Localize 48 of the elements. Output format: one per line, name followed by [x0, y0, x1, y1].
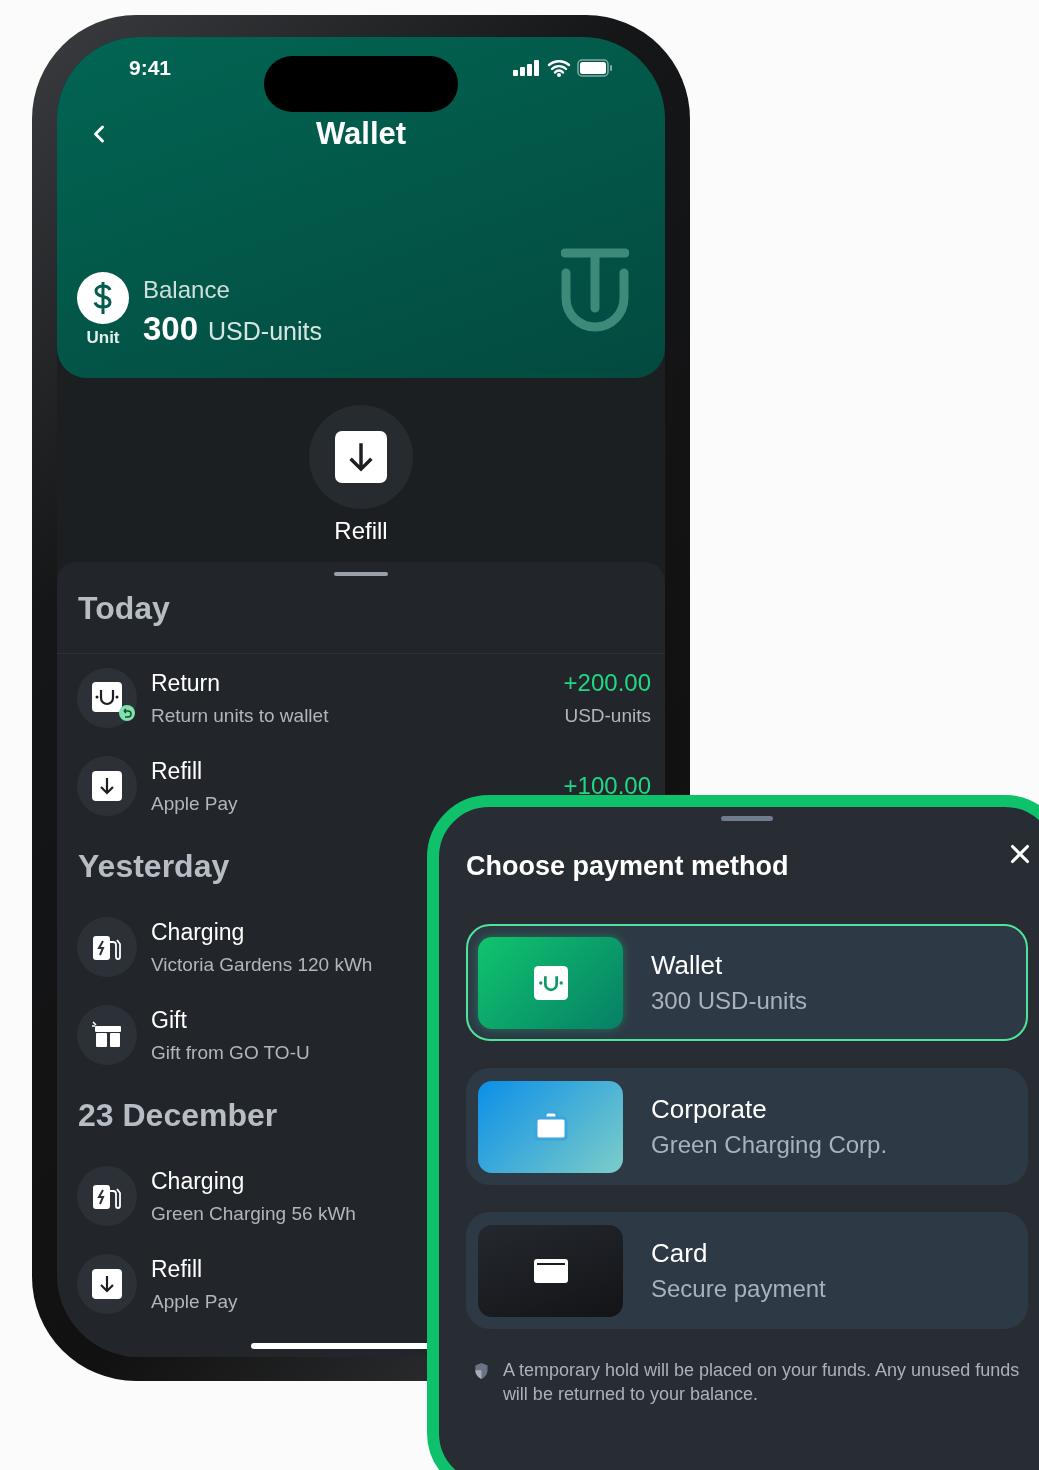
section-heading: 23 December [78, 1097, 278, 1133]
gift-icon [91, 1020, 123, 1050]
unit-icon [533, 965, 568, 1000]
option-title: Card [651, 1238, 709, 1269]
section-heading: Yesterday [78, 848, 230, 884]
transaction-amount: +100.00 [563, 772, 651, 800]
transaction-subtitle: Return units to wallet [151, 704, 329, 727]
transaction-title: Gift [151, 1006, 187, 1034]
download-icon [92, 771, 122, 801]
currency-label: Unit [86, 328, 120, 348]
status-time: 9:41 [129, 56, 172, 80]
transaction-title: Refill [151, 1255, 203, 1283]
option-subtitle: 300 USD-units [651, 987, 808, 1015]
section-heading: Today [78, 590, 170, 626]
sheet-title: Choose payment method [466, 850, 789, 883]
download-icon [335, 431, 387, 483]
transaction-subtitle: Green Charging 56 kWh [151, 1202, 356, 1225]
drag-handle [334, 572, 388, 576]
transaction-title: Return [151, 669, 221, 697]
download-icon [92, 1269, 122, 1299]
transaction-subtitle: Apple Pay [151, 1290, 238, 1313]
signal-icon [513, 60, 541, 76]
transaction-title: Charging [151, 1167, 245, 1195]
option-title: Corporate [651, 1094, 768, 1125]
transaction-amount: +200.00 [563, 669, 651, 697]
transaction-subtitle: Victoria Gardens 120 kWh [151, 953, 373, 976]
balance-unit: USD-units [208, 317, 322, 346]
drag-handle [721, 816, 773, 821]
battery-icon [577, 59, 613, 77]
wifi-icon [547, 59, 571, 77]
payment-option[interactable]: Wallet 300 USD-units [466, 924, 1028, 1041]
option-title: Wallet [651, 950, 724, 981]
option-subtitle: Green Charging Corp. [651, 1131, 888, 1159]
balance-label: Balance [143, 276, 231, 304]
screen-title: Wallet [315, 116, 407, 152]
transaction-title: Refill [151, 757, 203, 785]
hold-notice: A temporary hold will be placed on your funds. Any unused funds will be returned to your balance. [502, 1359, 1021, 1406]
payment-option[interactable]: Corporate Green Charging Corp. [466, 1068, 1028, 1185]
action-label: Refill [334, 517, 388, 545]
payment-option[interactable]: Card Secure payment [466, 1212, 1028, 1329]
balance-amount: 300 [143, 310, 199, 348]
credit-card-icon [533, 1258, 568, 1283]
transaction-unit: USD-units [564, 705, 651, 727]
transaction-subtitle: Apple Pay [151, 792, 238, 815]
option-subtitle: Secure payment [651, 1275, 826, 1303]
transaction-title: Charging [151, 918, 245, 946]
dollar-coin-icon [77, 272, 129, 324]
transaction-subtitle: Gift from GO TO-U [151, 1041, 310, 1064]
